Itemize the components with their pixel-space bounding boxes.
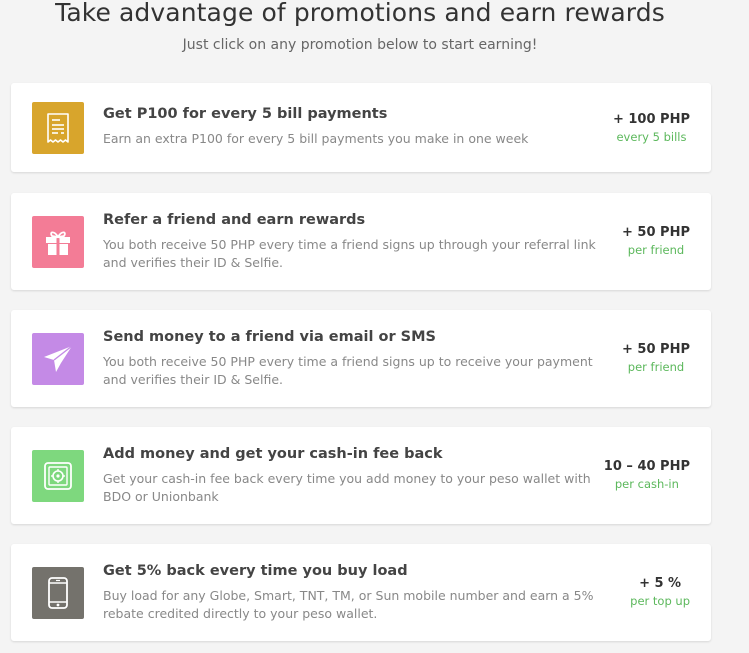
page-title: Take advantage of promotions and earn re… [55,0,665,27]
promo-card-bill-payments[interactable]: Get P100 for every 5 bill payments Earn … [11,83,711,172]
promo-description: Get your cash-in fee back every time you… [103,471,591,504]
promo-reward: + 50 PHP per friend [570,340,690,376]
reward-unit: per cash-in [614,477,679,491]
promo-card-buy-load[interactable]: Get 5% back every time you buy load Buy … [11,544,711,641]
promo-title: Add money and get your cash-in fee back [103,446,443,462]
promo-title: Send money to a friend via email or SMS [103,329,436,345]
reward-amount: + 5 % [639,576,682,591]
promo-description: You both receive 50 PHP every time a fri… [103,237,596,270]
reward-unit: per top up [630,594,690,608]
promo-reward: 10 – 40 PHP per cash-in [550,457,690,493]
promo-title: Get P100 for every 5 bill payments [103,106,388,122]
reward-amount: + 100 PHP [612,112,690,127]
promo-card-add-money[interactable]: Add money and get your cash-in fee back … [11,427,711,524]
reward-amount: + 50 PHP [622,225,690,240]
reward-unit: per friend [627,243,685,257]
reward-amount: + 50 PHP [622,342,690,357]
promo-description: Buy load for any Globe, Smart, TNT, TM, … [103,588,594,621]
promo-card-refer-friend[interactable]: Refer a friend and earn rewards You both… [11,193,711,290]
promo-reward: + 5 % per top up [570,574,690,610]
promo-reward: + 100 PHP every 5 bills [570,110,690,146]
promo-title: Refer a friend and earn rewards [103,212,366,228]
reward-unit: per friend [627,360,685,374]
gift-icon [32,216,84,268]
reward-unit: every 5 bills [616,130,687,144]
page-subtitle: Just click on any promotion below to sta… [182,37,538,53]
promo-description: You both receive 50 PHP every time a fri… [103,354,593,387]
safe-icon [32,450,84,502]
receipt-icon [32,102,84,154]
promo-reward: + 50 PHP per friend [570,223,690,259]
mobile-phone-icon [32,567,84,619]
promo-description: Earn an extra P100 for every 5 bill paym… [103,131,529,146]
promo-card-send-money[interactable]: Send money to a friend via email or SMS … [11,310,711,407]
promo-title: Get 5% back every time you buy load [103,563,408,579]
reward-amount: 10 – 40 PHP [603,459,690,474]
paper-plane-icon [32,333,84,385]
